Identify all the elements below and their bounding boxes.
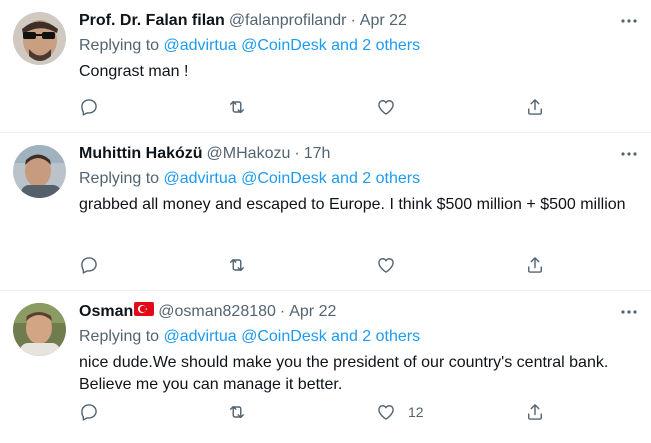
reply-button[interactable] xyxy=(79,96,99,118)
like-icon xyxy=(378,405,394,420)
retweet-button[interactable] xyxy=(227,401,247,423)
more-icon[interactable] xyxy=(619,144,639,164)
share-icon xyxy=(528,404,542,420)
tweet-text: Congrast man ! xyxy=(79,63,189,80)
turkey-flag-icon xyxy=(134,302,155,322)
replying-to-links[interactable]: @advirtua @CoinDesk and 2 others xyxy=(164,37,421,54)
like-icon xyxy=(378,258,394,273)
share-icon xyxy=(528,257,542,273)
share-button[interactable] xyxy=(525,401,545,423)
more-icon[interactable] xyxy=(619,11,639,31)
avatar[interactable] xyxy=(13,12,66,65)
replying-to: Replying to @advirtua @CoinDesk and 2 ot… xyxy=(79,327,639,347)
separator-dot: · xyxy=(279,303,286,320)
like-icon xyxy=(378,100,394,115)
retweet-icon xyxy=(230,405,244,419)
tweet-actions: 12 xyxy=(79,401,549,423)
replying-to-label: Replying to xyxy=(79,328,160,345)
tweet-text: grabbed all money and escaped to Europe.… xyxy=(79,196,626,213)
author-name[interactable]: Muhittin Hakózü xyxy=(79,144,203,164)
like-count: 12 xyxy=(408,404,424,420)
reply-button[interactable] xyxy=(79,254,99,276)
timestamp[interactable]: Apr 22 xyxy=(360,11,407,31)
timestamp[interactable]: Apr 22 xyxy=(289,302,336,322)
retweet-icon xyxy=(230,258,244,272)
reply-icon xyxy=(81,99,97,116)
replying-to-links[interactable]: @advirtua @CoinDesk and 2 others xyxy=(164,170,421,187)
replying-to: Replying to @advirtua @CoinDesk and 2 ot… xyxy=(79,169,639,189)
separator-dot: · xyxy=(294,145,300,162)
like-button[interactable]: 12 xyxy=(376,401,424,423)
reply-button[interactable] xyxy=(79,401,99,423)
avatar[interactable] xyxy=(13,303,66,356)
like-button[interactable] xyxy=(376,96,396,118)
avatar[interactable] xyxy=(13,145,66,198)
replying-to-links[interactable]: @advirtua @CoinDesk and 2 others xyxy=(164,328,421,345)
share-button[interactable] xyxy=(525,254,545,276)
separator-dot: · xyxy=(350,12,356,29)
replying-to: Replying to @advirtua @CoinDesk and 2 ot… xyxy=(79,36,639,56)
tweet-actions xyxy=(79,254,549,276)
author-name[interactable]: Prof. Dr. Falan filan xyxy=(79,11,225,31)
author-handle[interactable]: @falanprofilandr xyxy=(229,11,347,31)
tweet[interactable]: Osman @osman828180 · Apr 22 Replying to … xyxy=(0,291,651,443)
tweet-text: nice dude.We should make you the preside… xyxy=(79,354,609,393)
author-name[interactable]: Osman xyxy=(79,302,133,322)
share-button[interactable] xyxy=(525,96,545,118)
tweet[interactable]: Prof. Dr. Falan filan @falanprofilandr ·… xyxy=(0,0,651,133)
retweet-icon xyxy=(230,100,244,114)
retweet-button[interactable] xyxy=(227,96,247,118)
replying-to-label: Replying to xyxy=(79,170,160,187)
like-button[interactable] xyxy=(376,254,396,276)
reply-icon xyxy=(81,404,97,421)
reply-icon xyxy=(81,257,97,274)
retweet-button[interactable] xyxy=(227,254,247,276)
share-icon xyxy=(528,99,542,115)
replying-to-label: Replying to xyxy=(79,37,160,54)
tweet-actions xyxy=(79,96,549,118)
more-icon[interactable] xyxy=(619,302,639,322)
author-handle[interactable]: @osman828180 xyxy=(158,302,276,322)
author-handle[interactable]: @MHakozu xyxy=(207,144,291,164)
timestamp[interactable]: 17h xyxy=(304,144,331,164)
tweet[interactable]: Muhittin Hakózü @MHakozu · 17h Replying … xyxy=(0,133,651,291)
